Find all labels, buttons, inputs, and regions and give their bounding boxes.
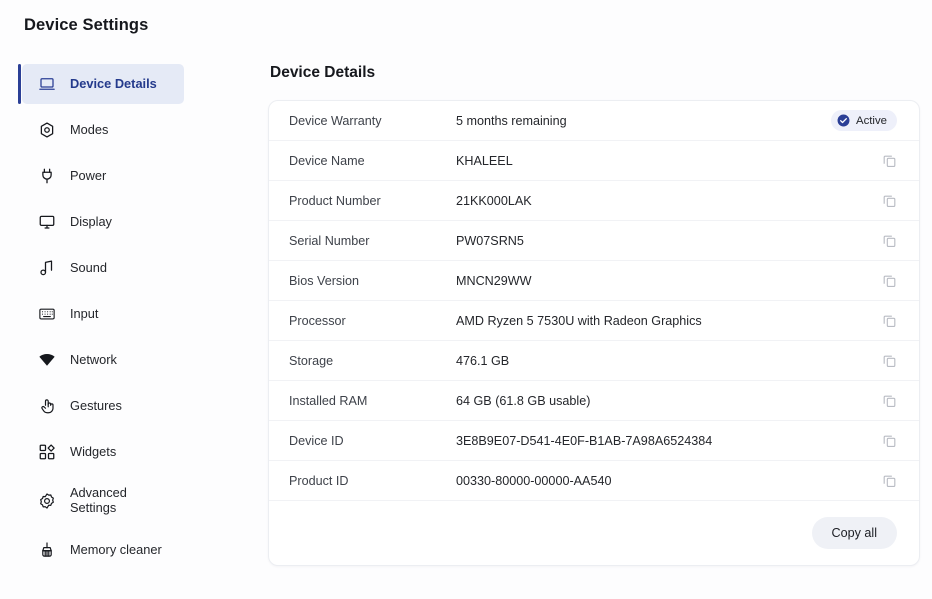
copy-icon[interactable] [882, 393, 897, 408]
row-value: 00330-80000-00000-AA540 [456, 473, 612, 488]
row-value: AMD Ryzen 5 7530U with Radeon Graphics [456, 313, 702, 328]
row-value: 5 months remaining [456, 113, 567, 128]
row-label: Device Warranty [289, 113, 382, 128]
hexagon-icon [38, 121, 56, 139]
row-action [871, 393, 897, 408]
row-label: Processor [289, 313, 346, 328]
row-action [871, 153, 897, 168]
row-action: Active [830, 110, 897, 131]
row-action [871, 433, 897, 448]
copy-icon[interactable] [882, 433, 897, 448]
table-row: Product Number 21KK000LAK [269, 181, 919, 221]
row-label: Device ID [289, 433, 344, 448]
table-row: Installed RAM 64 GB (61.8 GB usable) [269, 381, 919, 421]
status-badge-label: Active [855, 114, 887, 127]
row-label: Product Number [289, 193, 381, 208]
sidebar-item-modes[interactable]: Modes [22, 110, 184, 150]
row-label: Bios Version [289, 273, 360, 288]
copy-all-button[interactable]: Copy all [811, 517, 897, 549]
table-row: Processor AMD Ryzen 5 7530U with Radeon G… [269, 301, 919, 341]
copy-icon[interactable] [882, 153, 897, 168]
power-plug-icon [38, 167, 56, 185]
device-details-table: Device Warranty 5 months remaining Active D… [269, 101, 919, 501]
hand-tap-icon [38, 397, 56, 415]
table-row: Device Warranty 5 months remaining Active [269, 101, 919, 141]
sidebar-item-memory-cleaner[interactable]: Memory cleaner [22, 530, 184, 570]
row-label: Installed RAM [289, 393, 368, 408]
sidebar-item-input[interactable]: Input [22, 294, 184, 334]
monitor-icon [38, 213, 56, 231]
widgets-grid-icon [38, 443, 56, 461]
row-action [871, 273, 897, 288]
row-label: Serial Number [289, 233, 370, 248]
sidebar-item-label: Memory cleaner [70, 541, 162, 557]
device-details-card: Device Warranty 5 months remaining Active D… [268, 100, 920, 566]
sidebar-item-label: Gestures [70, 397, 122, 413]
sidebar-item-label: Device Details [70, 75, 157, 91]
row-value: KHALEEL [456, 153, 513, 168]
status-badge: Active [830, 110, 897, 131]
row-value: PW07SRN5 [456, 233, 524, 248]
section-title: Device Details [270, 64, 376, 81]
row-value: MNCN29WW [456, 273, 532, 288]
wifi-icon [38, 351, 56, 369]
check-circle-icon [837, 114, 850, 127]
row-value: 21KK000LAK [456, 193, 532, 208]
row-label: Product ID [289, 473, 349, 488]
sidebar-item-label: Sound [70, 259, 108, 275]
copy-icon[interactable] [882, 193, 897, 208]
table-row: Product ID 00330-80000-00000-AA540 [269, 461, 919, 501]
table-row: Device Name KHALEEL [269, 141, 919, 181]
sidebar-item-display[interactable]: Display [22, 202, 184, 242]
row-label: Device Name [289, 153, 365, 168]
row-label: Storage [289, 353, 334, 368]
sidebar-item-label: Network [70, 351, 117, 367]
copy-icon[interactable] [882, 313, 897, 328]
row-action [871, 233, 897, 248]
sidebar-item-power[interactable]: Power [22, 156, 184, 196]
table-row: Serial Number PW07SRN5 [269, 221, 919, 261]
row-value: 64 GB (61.8 GB usable) [456, 393, 591, 408]
sidebar-item-network[interactable]: Network [22, 340, 184, 380]
copy-icon[interactable] [882, 273, 897, 288]
table-row: Device ID 3E8B9E07-D541-4E0F-B1AB-7A98A65… [269, 421, 919, 461]
row-value: 3E8B9E07-D541-4E0F-B1AB-7A98A6524384 [456, 433, 713, 448]
device-settings-window: Device Settings Device Details Modes Power… [0, 0, 932, 599]
sidebar-item-widgets[interactable]: Widgets [22, 432, 184, 472]
sidebar-item-label: Advanced Settings [70, 485, 127, 515]
copy-icon[interactable] [882, 233, 897, 248]
table-row: Storage 476.1 GB [269, 341, 919, 381]
broom-icon [38, 541, 56, 559]
copy-icon[interactable] [882, 353, 897, 368]
sidebar-item-sound[interactable]: Sound [22, 248, 184, 288]
row-action [871, 193, 897, 208]
laptop-icon [38, 75, 56, 93]
sidebar-item-gestures[interactable]: Gestures [22, 386, 184, 426]
sidebar-item-label: Display [70, 213, 112, 229]
row-action [871, 313, 897, 328]
gear-icon [38, 492, 56, 510]
sidebar-item-label: Input [70, 305, 99, 321]
sidebar-item-label: Modes [70, 121, 109, 137]
sidebar-nav: Device Details Modes Power Display Sound Inpu… [0, 58, 208, 576]
sidebar-item-label: Widgets [70, 443, 117, 459]
sidebar-item-label: Power [70, 167, 107, 183]
copy-icon[interactable] [882, 473, 897, 488]
card-footer: Copy all [269, 501, 919, 565]
row-action [871, 353, 897, 368]
page-title: Device Settings [24, 16, 149, 34]
main-content: Device Details Device Warranty 5 months r… [268, 64, 920, 566]
keyboard-icon [38, 305, 56, 323]
sidebar-item-device-details[interactable]: Device Details [18, 64, 184, 104]
row-action [871, 473, 897, 488]
sidebar-item-advanced-settings[interactable]: Advanced Settings [22, 478, 184, 524]
music-note-icon [38, 259, 56, 277]
table-row: Bios Version MNCN29WW [269, 261, 919, 301]
row-value: 476.1 GB [456, 353, 510, 368]
